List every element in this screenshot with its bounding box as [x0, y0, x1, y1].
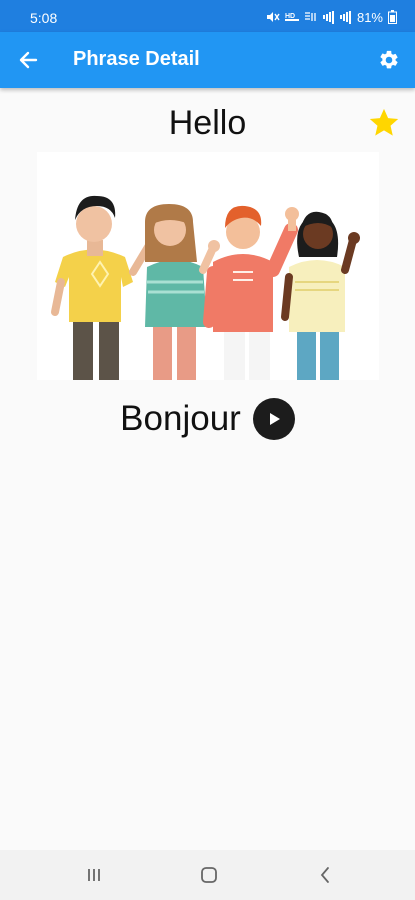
phrase-english: Hello: [168, 104, 247, 142]
status-icons: HD 81%: [266, 9, 397, 25]
arrow-left-icon: [19, 51, 38, 69]
battery-icon: [388, 10, 397, 24]
mute-icon: [266, 11, 280, 23]
person-light-shirt: [281, 211, 360, 380]
recent-apps-button[interactable]: [82, 864, 106, 886]
star-icon: [369, 108, 399, 136]
phrase-translation: Bonjour: [120, 399, 241, 438]
recent-apps-icon: [88, 869, 100, 881]
app-bar: Phrase Detail: [0, 32, 415, 88]
status-bar: 5:08 HD 81%: [0, 0, 415, 32]
status-time: 5:08: [30, 10, 58, 26]
system-back-button[interactable]: [313, 864, 337, 886]
back-button[interactable]: [14, 46, 42, 74]
home-button[interactable]: [197, 864, 221, 886]
battery-percent: 81%: [356, 9, 383, 25]
hd-icon: HD: [284, 11, 299, 23]
svg-text:HD: HD: [285, 13, 295, 20]
home-icon: [201, 867, 217, 883]
page-title: Phrase Detail: [73, 48, 200, 70]
settings-button[interactable]: [375, 46, 403, 74]
back-icon: [320, 867, 329, 883]
signal-icon: [339, 10, 352, 24]
play-icon: [269, 413, 280, 425]
wifi-calling-icon: [304, 11, 318, 23]
system-nav-bar: [0, 850, 415, 900]
signal-icon: [322, 10, 335, 24]
gear-icon: [380, 50, 398, 69]
play-audio-button[interactable]: [252, 398, 295, 440]
person-yellow-shirt: [51, 195, 158, 380]
people-waving-illustration: [37, 152, 379, 380]
translation-row: Bonjour: [0, 398, 415, 440]
favorite-button[interactable]: [367, 106, 401, 140]
